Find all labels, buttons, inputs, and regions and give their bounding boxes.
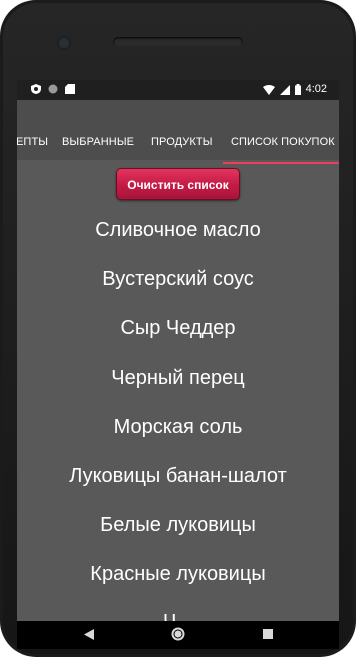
list-item[interactable]: Морская соль — [17, 415, 339, 439]
tab-recipes[interactable]: ЕПТЫ — [17, 136, 48, 160]
list-item-partial[interactable]: Ч... — [17, 610, 339, 621]
status-bar: 4:02 — [17, 80, 339, 100]
list-item[interactable]: Вустерский соус — [17, 267, 339, 291]
phone-frame: 4:02 ЕПТЫ ВЫБРАННЫЕ ПРОДУКТЫ СПИСОК ПОКУ… — [0, 0, 356, 657]
navigation-bar — [17, 621, 339, 649]
app-bar: ЕПТЫ ВЫБРАННЫЕ ПРОДУКТЫ СПИСОК ПОКУПОК — [17, 100, 339, 164]
tab-bar: ЕПТЫ ВЫБРАННЫЕ ПРОДУКТЫ СПИСОК ПОКУПОК — [17, 136, 339, 164]
tab-favorites[interactable]: ВЫБРАННЫЕ — [62, 136, 134, 160]
wifi-icon — [262, 84, 275, 95]
clock: 4:02 — [305, 83, 327, 95]
signal-icon — [279, 84, 290, 95]
recents-icon[interactable] — [263, 629, 273, 639]
list-item[interactable]: Черный перец — [17, 366, 339, 390]
clear-list-button[interactable]: Очистить список — [116, 168, 240, 200]
list-item[interactable]: Луковицы банан-шалот — [17, 464, 339, 488]
tab-products[interactable]: ПРОДУКТЫ — [151, 136, 213, 160]
tab-shopping-list[interactable]: СПИСОК ПОКУПОК — [223, 136, 339, 164]
app-screen: 4:02 ЕПТЫ ВЫБРАННЫЕ ПРОДУКТЫ СПИСОК ПОКУ… — [17, 80, 339, 621]
battery-icon — [294, 84, 301, 95]
earpiece-speaker — [113, 37, 243, 47]
shield-icon — [31, 84, 41, 94]
list-item[interactable]: Сливочное масло — [17, 218, 339, 242]
front-camera — [57, 36, 71, 50]
list-item[interactable]: Сыр Чеддер — [17, 316, 339, 340]
back-icon[interactable] — [84, 629, 94, 640]
circle-icon — [48, 84, 58, 94]
list-item[interactable]: Красные луковицы — [17, 562, 339, 586]
sd-card-icon — [65, 84, 75, 94]
list-item[interactable]: Белые луковицы — [17, 513, 339, 537]
home-icon[interactable] — [171, 627, 185, 641]
